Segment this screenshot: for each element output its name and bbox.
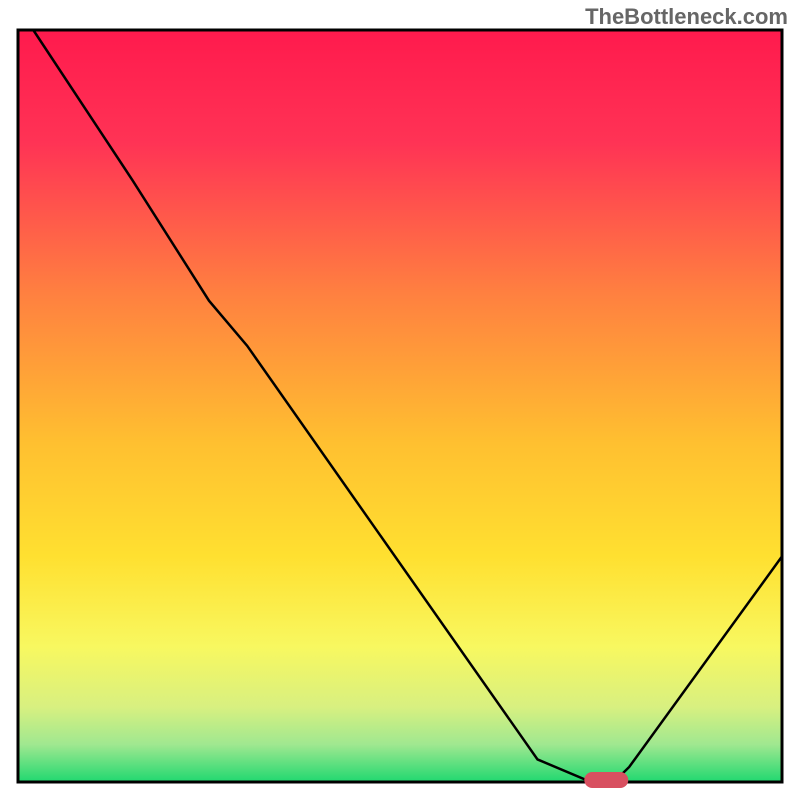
bottleneck-chart: TheBottleneck.com	[0, 0, 800, 800]
watermark-text: TheBottleneck.com	[585, 4, 788, 30]
optimal-marker	[584, 772, 628, 788]
plot-background	[18, 30, 782, 782]
chart-svg	[0, 0, 800, 800]
